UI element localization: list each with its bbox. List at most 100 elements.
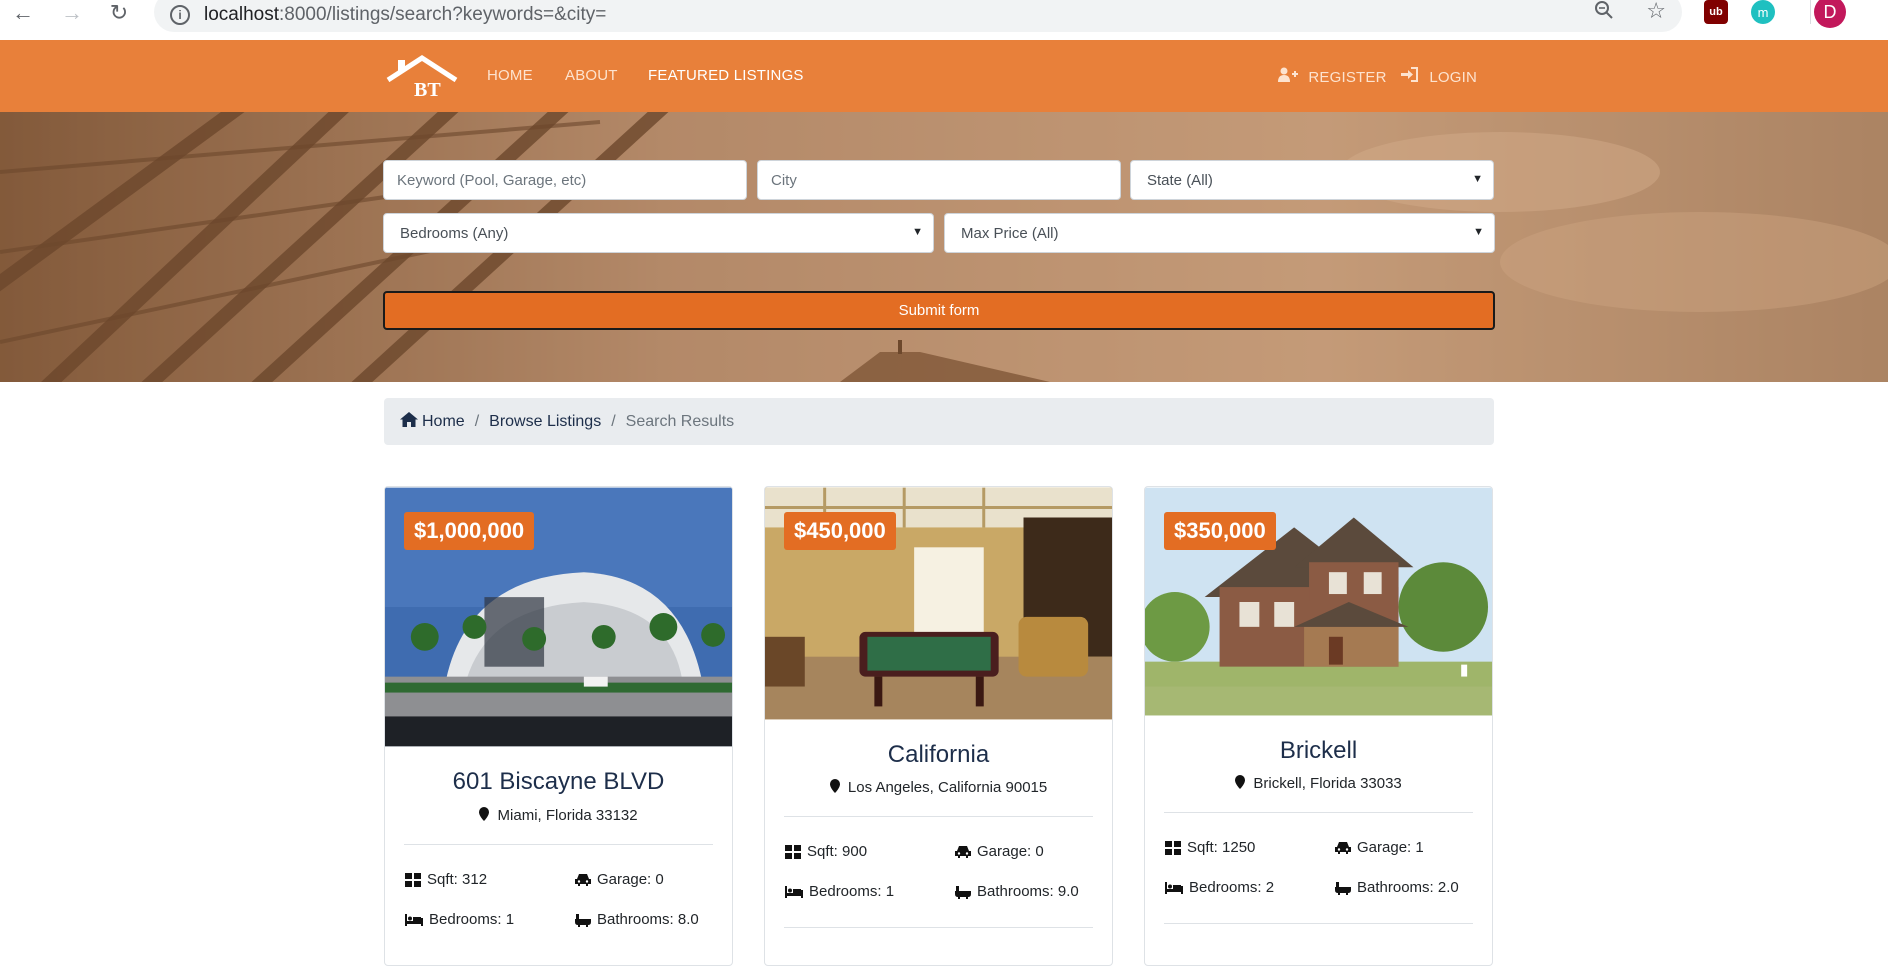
zoom-icon[interactable] <box>1594 0 1614 26</box>
max-price-select[interactable]: Max Price (All) ▼ <box>944 213 1495 253</box>
breadcrumb-separator: / <box>611 412 616 430</box>
home-icon <box>400 411 418 432</box>
breadcrumb-separator: / <box>474 412 480 430</box>
nav-featured-listings[interactable]: FEATURED LISTINGS <box>648 67 804 84</box>
listing-card[interactable]: $1,000,000 601 Biscayne BLVD Miami, Flor… <box>384 486 733 966</box>
logo-text: BT <box>414 79 441 100</box>
card-divider <box>784 816 1093 817</box>
bath-icon <box>1335 881 1351 895</box>
card-divider <box>1164 812 1473 813</box>
url-text: localhost:8000/listings/search?keywords=… <box>204 4 606 26</box>
nav-home[interactable]: HOME <box>487 67 533 84</box>
bedrooms-value: Bedrooms: 1 <box>429 911 515 928</box>
nav-about[interactable]: ABOUT <box>565 67 618 84</box>
bedrooms-stat: Bedrooms: 2 <box>1165 879 1274 896</box>
nav-login[interactable]: LOGIN <box>1401 67 1477 86</box>
garage-stat: Garage: 0 <box>955 843 1044 860</box>
garage-value: Garage: 0 <box>597 871 664 888</box>
keyword-input[interactable]: Keyword (Pool, Garage, etc) <box>383 160 747 200</box>
bathrooms-value: Bathrooms: 8.0 <box>597 911 699 928</box>
star-icon[interactable]: ☆ <box>1646 0 1666 24</box>
extension-m-icon[interactable]: m <box>1751 0 1775 24</box>
breadcrumb-browse-link[interactable]: Browse Listings <box>489 413 601 431</box>
bath-icon <box>575 913 591 927</box>
nav-register[interactable]: REGISTER <box>1278 67 1387 86</box>
bed-icon <box>405 913 423 926</box>
url-path: :8000/listings/search?keywords=&city= <box>279 4 607 25</box>
listing-location-text: Los Angeles, California 90015 <box>847 779 1048 796</box>
url-host: localhost <box>204 4 279 25</box>
state-select[interactable]: State (All) ▼ <box>1130 160 1494 200</box>
chevron-down-icon: ▼ <box>912 226 923 238</box>
card-divider <box>784 927 1093 928</box>
listing-title[interactable]: 601 Biscayne BLVD <box>385 768 732 796</box>
grid-icon <box>785 844 801 859</box>
bedrooms-value: Bedrooms: 1 <box>809 883 895 900</box>
submit-button[interactable]: Submit form <box>383 291 1495 330</box>
browser-toolbar: ← → ↻ i localhost:8000/listings/search?k… <box>0 0 1888 33</box>
info-icon[interactable]: i <box>170 5 190 25</box>
listing-location: Brickell, Florida 33033 <box>1145 775 1492 792</box>
car-icon <box>1335 842 1351 854</box>
bathrooms-value: Bathrooms: 9.0 <box>977 883 1079 900</box>
car-icon <box>575 874 591 886</box>
bedrooms-value: Bedrooms: 2 <box>1189 879 1275 896</box>
bedrooms-stat: Bedrooms: 1 <box>785 883 894 900</box>
login-label: LOGIN <box>1429 69 1478 86</box>
city-input[interactable]: City <box>757 160 1121 200</box>
price-badge: $450,000 <box>784 512 896 550</box>
sqft-stat: Sqft: 900 <box>785 843 867 860</box>
bed-icon <box>785 885 803 898</box>
brand-logo[interactable]: BT <box>384 54 460 101</box>
user-plus-icon <box>1278 67 1302 86</box>
sqft-value: Sqft: 900 <box>807 843 868 860</box>
state-select-value: State (All) <box>1147 171 1213 189</box>
bathrooms-stat: Bathrooms: 2.0 <box>1335 879 1459 896</box>
search-hero: Keyword (Pool, Garage, etc) City State (… <box>0 112 1888 382</box>
listing-location: Miami, Florida 33132 <box>385 807 732 824</box>
card-divider <box>404 844 713 845</box>
sqft-value: Sqft: 1250 <box>1187 839 1256 856</box>
map-marker-icon <box>1235 775 1246 789</box>
chevron-down-icon: ▼ <box>1472 173 1483 185</box>
chevron-down-icon: ▼ <box>1473 226 1484 238</box>
register-label: REGISTER <box>1308 69 1387 86</box>
garage-stat: Garage: 0 <box>575 871 664 888</box>
listing-location-text: Brickell, Florida 33033 <box>1253 775 1402 792</box>
bath-icon <box>955 885 971 899</box>
listing-location-text: Miami, Florida 33132 <box>497 807 638 824</box>
sqft-value: Sqft: 312 <box>427 871 488 888</box>
toolbar-divider <box>1810 0 1811 24</box>
bathrooms-stat: Bathrooms: 9.0 <box>955 883 1079 900</box>
forward-arrow-icon[interactable]: → <box>57 0 87 26</box>
map-marker-icon <box>479 807 490 821</box>
bed-icon <box>1165 881 1183 894</box>
ublock-extension-icon[interactable]: ub <box>1704 0 1728 24</box>
bathrooms-value: Bathrooms: 2.0 <box>1357 879 1459 896</box>
listing-title[interactable]: California <box>765 741 1112 769</box>
price-badge: $1,000,000 <box>404 512 535 550</box>
listing-location: Los Angeles, California 90015 <box>765 779 1112 796</box>
garage-value: Garage: 1 <box>1357 839 1424 856</box>
back-arrow-icon[interactable]: ← <box>8 0 38 26</box>
grid-icon <box>1165 840 1181 855</box>
bedrooms-stat: Bedrooms: 1 <box>405 911 514 928</box>
listing-card[interactable]: $450,000 California Los Angeles, Califor… <box>764 486 1113 966</box>
reload-icon[interactable]: ↻ <box>104 0 134 26</box>
listing-title[interactable]: Brickell <box>1145 737 1492 765</box>
max-price-select-value: Max Price (All) <box>961 224 1059 242</box>
card-divider <box>1164 923 1473 924</box>
breadcrumb-current: Search Results <box>625 412 735 430</box>
sqft-stat: Sqft: 1250 <box>1165 839 1255 856</box>
garage-stat: Garage: 1 <box>1335 839 1424 856</box>
profile-avatar[interactable]: D <box>1814 0 1846 28</box>
breadcrumb-home-link[interactable]: Home <box>422 413 465 431</box>
grid-icon <box>405 872 421 887</box>
listing-card[interactable]: $350,000 Brickell Brickell, Florida 3303… <box>1144 486 1493 966</box>
address-bar[interactable]: i localhost:8000/listings/search?keyword… <box>154 0 1682 32</box>
price-badge: $350,000 <box>1164 512 1276 550</box>
sign-in-icon <box>1401 67 1423 86</box>
bedrooms-select[interactable]: Bedrooms (Any) ▼ <box>383 213 934 253</box>
sqft-stat: Sqft: 312 <box>405 871 487 888</box>
bedrooms-select-value: Bedrooms (Any) <box>400 224 509 242</box>
